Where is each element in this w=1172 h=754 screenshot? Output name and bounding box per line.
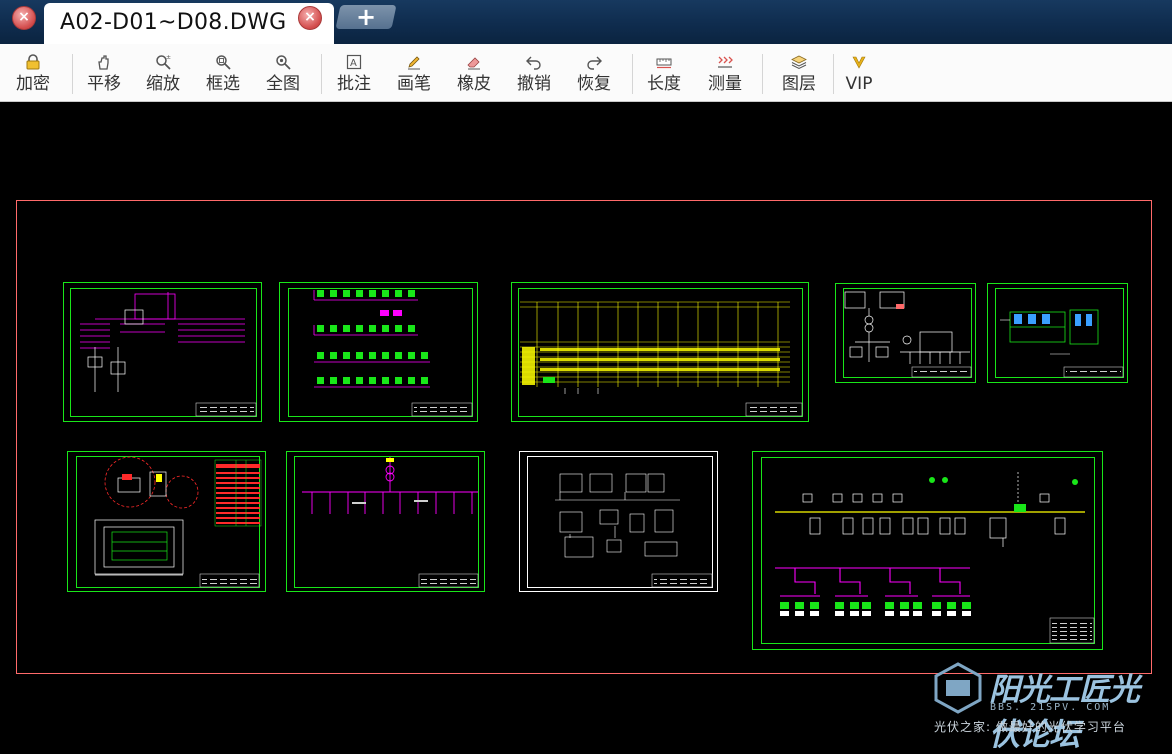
- svg-text:±: ±: [166, 54, 171, 61]
- drawing-sheet[interactable]: [987, 283, 1128, 383]
- toolbar-label: 恢复: [577, 74, 611, 94]
- pan-button[interactable]: 平移: [76, 44, 132, 101]
- drawing-sheet[interactable]: [63, 282, 262, 422]
- close-tab-icon[interactable]: ×: [298, 6, 322, 30]
- undo-button[interactable]: 撤销: [506, 44, 562, 101]
- svg-text:A: A: [350, 58, 357, 69]
- toolbar: 加密 平移 ± 缩放 框选 全图 A 批注 画笔 橡皮 撤销 恢复 长度 测量 …: [0, 44, 1172, 102]
- vip-icon: [852, 56, 866, 69]
- tab-active-drawing[interactable]: A02-D01~D08.DWG ×: [44, 3, 334, 44]
- pencil-button[interactable]: 画笔: [386, 44, 442, 101]
- tab-title: A02-D01~D08.DWG: [60, 10, 287, 35]
- close-window-icon[interactable]: ×: [12, 6, 36, 30]
- zoom-icon: ±: [156, 54, 171, 70]
- eraser-button[interactable]: 橡皮: [446, 44, 502, 101]
- toolbar-label: 缩放: [146, 74, 180, 94]
- redo-button[interactable]: 恢复: [566, 44, 622, 101]
- zoom-extents-icon: [276, 55, 291, 70]
- redo-icon: [587, 56, 602, 70]
- ruler-icon: [656, 58, 672, 69]
- encrypt-button[interactable]: 加密: [5, 44, 61, 101]
- layers-button[interactable]: 图层: [771, 44, 827, 101]
- dwg-layout: [16, 200, 1152, 674]
- paper-border: [16, 200, 1152, 674]
- length-button[interactable]: 长度: [636, 44, 692, 101]
- toolbar-label: 框选: [206, 74, 240, 94]
- drawing-sheet[interactable]: [279, 282, 478, 422]
- measure-button[interactable]: 测量: [697, 44, 753, 101]
- drawing-canvas[interactable]: [0, 102, 1172, 743]
- toolbar-label: 撤销: [517, 74, 551, 94]
- zoom-window-button[interactable]: 框选: [195, 44, 251, 101]
- new-tab-button[interactable]: +: [335, 3, 397, 31]
- toolbar-label: 图层: [782, 74, 816, 94]
- toolbar-label: 全图: [266, 74, 300, 94]
- lock-icon: [26, 54, 40, 70]
- watermark-slogan: 光伏之家: 做最好的光伏学习平台: [934, 720, 1126, 734]
- toolbar-separator: [72, 54, 73, 94]
- watermark-url: BBS. 21SPV. COM: [990, 702, 1111, 713]
- toolbar-label: 画笔: [397, 74, 431, 94]
- measure-icon: [718, 56, 733, 68]
- forum-logo-icon: [934, 662, 982, 714]
- zoom-extents-button[interactable]: 全图: [255, 44, 311, 101]
- toolbar-separator: [321, 54, 322, 94]
- annotation-icon: A: [346, 54, 362, 70]
- vip-button[interactable]: VIP: [831, 44, 887, 101]
- eraser-icon: [467, 57, 480, 70]
- drawing-sheet[interactable]: [67, 451, 266, 592]
- plus-icon: +: [356, 3, 377, 31]
- toolbar-label: 平移: [87, 74, 121, 94]
- pan-hand-icon: [98, 55, 109, 70]
- undo-icon: [526, 56, 541, 70]
- drawing-sheet[interactable]: [835, 283, 976, 383]
- layers-icon: [791, 55, 807, 70]
- toolbar-label: VIP: [845, 74, 873, 94]
- toolbar-label: 长度: [647, 74, 681, 94]
- tab-bar: × A02-D01~D08.DWG × +: [0, 0, 1172, 44]
- zoom-window-icon: [216, 55, 231, 70]
- toolbar-label: 橡皮: [457, 74, 491, 94]
- toolbar-separator: [632, 54, 633, 94]
- forum-watermark: 阳光工匠光伏论坛 BBS. 21SPV. COM 光伏之家: 做最好的光伏学习平…: [932, 658, 1167, 753]
- drawing-sheet[interactable]: [519, 451, 718, 592]
- pencil-icon: [408, 56, 420, 70]
- drawing-sheet[interactable]: [752, 451, 1103, 650]
- toolbar-label: 测量: [708, 74, 742, 94]
- drawing-sheet[interactable]: [286, 451, 485, 592]
- drawing-sheet[interactable]: [511, 282, 809, 422]
- annotate-button[interactable]: A 批注: [326, 44, 382, 101]
- toolbar-label: 加密: [16, 74, 50, 94]
- zoom-button[interactable]: ± 缩放: [135, 44, 191, 101]
- toolbar-separator: [762, 54, 763, 94]
- toolbar-label: 批注: [337, 74, 371, 94]
